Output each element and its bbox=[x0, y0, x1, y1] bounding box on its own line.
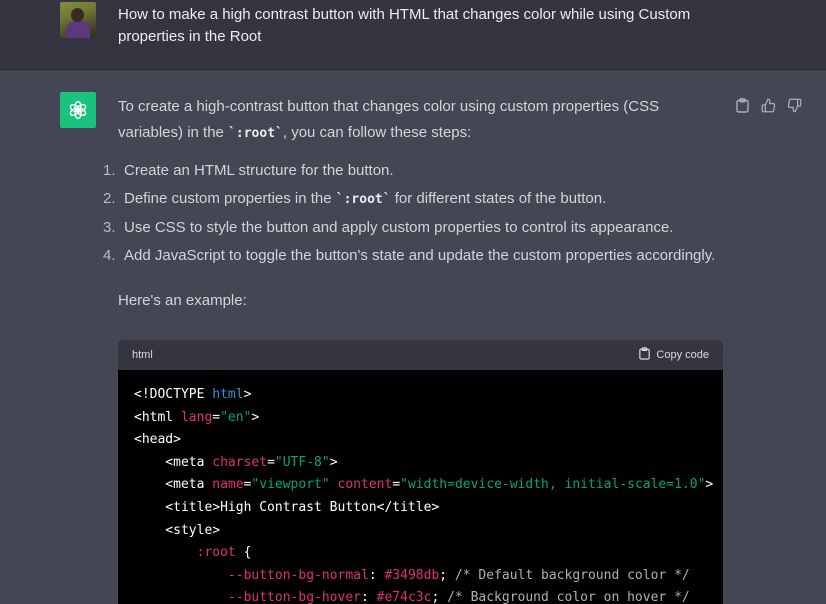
code-token: /* Background color on hover */ bbox=[447, 590, 690, 604]
code-token: <!DOCTYPE bbox=[134, 387, 213, 402]
example-label: Here's an example: bbox=[118, 292, 247, 309]
code-token: "en" bbox=[220, 409, 252, 425]
list-item: 4. Add JavaScript to toggle the button's … bbox=[103, 242, 728, 270]
clipboard-icon bbox=[639, 347, 651, 363]
list-item-text-end: for different states of the button. bbox=[390, 190, 607, 207]
code-token: > bbox=[243, 387, 252, 402]
copy-code-label: Copy code bbox=[656, 349, 709, 361]
code-block: html Copy code <!DOCTYPE html> <html lan… bbox=[118, 340, 723, 604]
code-token: "viewport" bbox=[251, 477, 330, 493]
code-language-label: html bbox=[132, 349, 153, 361]
code-token: = bbox=[392, 477, 401, 493]
avatar-figure-body bbox=[66, 21, 90, 38]
code-line: <meta name="viewport" content="width=dev… bbox=[134, 477, 713, 492]
user-message-text: How to make a high contrast button with … bbox=[118, 6, 691, 45]
list-item-text: Use CSS to style the button and apply cu… bbox=[124, 219, 674, 236]
inline-code-root: `:root` bbox=[228, 126, 283, 141]
code-block-header: html Copy code bbox=[118, 340, 723, 370]
code-token: "UTF-8" bbox=[274, 454, 330, 470]
list-item-text: Define custom properties in the bbox=[124, 190, 336, 207]
code-line: --button-bg-normal: #3498db; /* Default … bbox=[134, 568, 690, 583]
code-token: { bbox=[235, 545, 252, 561]
code-line: :root { bbox=[134, 545, 252, 561]
code-token: = bbox=[212, 409, 221, 425]
code-token: <style> bbox=[134, 522, 221, 538]
code-token: charset bbox=[212, 454, 268, 470]
code-token: ; bbox=[439, 567, 455, 583]
user-message-row: How to make a high contrast button with … bbox=[0, 0, 826, 70]
list-item: 2. Define custom properties in the `:root… bbox=[103, 185, 728, 214]
list-item-text: Add JavaScript to toggle the button's st… bbox=[124, 247, 716, 264]
code-token: <html bbox=[134, 409, 181, 425]
code-token: --button-bg-normal bbox=[227, 567, 369, 583]
code-token: <meta bbox=[134, 454, 213, 470]
intro-paragraph: To create a high-contrast button that ch… bbox=[118, 94, 728, 147]
intro-text-end: , you can follow these steps: bbox=[282, 124, 472, 141]
code-line: <!DOCTYPE html> bbox=[134, 387, 251, 402]
code-token: /* Default background color */ bbox=[454, 567, 690, 583]
code-line: <style> bbox=[134, 523, 220, 538]
avatar-figure-head bbox=[71, 8, 84, 22]
code-token: #e74c3c bbox=[376, 590, 432, 604]
code-token: name bbox=[212, 477, 244, 493]
list-number: 3. bbox=[103, 219, 116, 236]
code-token: content bbox=[337, 477, 393, 493]
list-item: 3. Use CSS to style the button and apply … bbox=[103, 214, 728, 242]
chatgpt-logo-icon bbox=[60, 92, 96, 128]
code-token: > bbox=[705, 477, 714, 493]
code-content[interactable]: <!DOCTYPE html> <html lang="en"> <head> … bbox=[118, 370, 723, 604]
code-token: <head> bbox=[134, 432, 181, 448]
code-line: <title>High Contrast Button</title> bbox=[134, 500, 439, 515]
thumbs-down-icon[interactable] bbox=[785, 96, 803, 114]
message-actions bbox=[733, 96, 803, 114]
inline-code-root: `:root` bbox=[335, 192, 391, 207]
user-avatar bbox=[60, 2, 96, 38]
code-token: html bbox=[212, 387, 244, 402]
code-token: <title>High Contrast Button</title> bbox=[134, 499, 440, 515]
code-token: = bbox=[267, 454, 275, 470]
code-token: --button-bg-hover bbox=[227, 590, 361, 604]
code-token: <meta bbox=[134, 477, 213, 493]
list-item-text: Create an HTML structure for the button. bbox=[124, 162, 394, 179]
list-number: 4. bbox=[103, 247, 116, 264]
code-token: > bbox=[251, 409, 260, 425]
code-line: <head> bbox=[134, 432, 181, 447]
code-token: > bbox=[329, 454, 338, 470]
thumbs-up-icon[interactable] bbox=[759, 96, 777, 114]
code-line: <html lang="en"> bbox=[134, 410, 259, 425]
code-line: --button-bg-hover: #e74c3c; /* Backgroun… bbox=[134, 590, 690, 604]
clipboard-icon[interactable] bbox=[733, 96, 751, 114]
code-token: :root bbox=[196, 545, 236, 561]
code-token: : bbox=[360, 590, 377, 604]
list-number: 1. bbox=[103, 162, 116, 179]
copy-code-button[interactable]: Copy code bbox=[639, 347, 709, 363]
code-token: "width=device-width, initial-scale=1.0" bbox=[400, 477, 706, 493]
steps-list: 1. Create an HTML structure for the butto… bbox=[103, 157, 728, 270]
code-token: lang bbox=[180, 409, 213, 425]
code-line: <meta charset="UTF-8"> bbox=[134, 454, 338, 470]
code-token: #3498db bbox=[384, 567, 440, 583]
code-token: ; bbox=[431, 590, 448, 604]
assistant-message: To create a high-contrast button that ch… bbox=[103, 94, 728, 314]
code-token: : bbox=[368, 567, 385, 583]
list-number: 2. bbox=[103, 190, 116, 207]
list-item: 1. Create an HTML structure for the butto… bbox=[103, 157, 728, 185]
